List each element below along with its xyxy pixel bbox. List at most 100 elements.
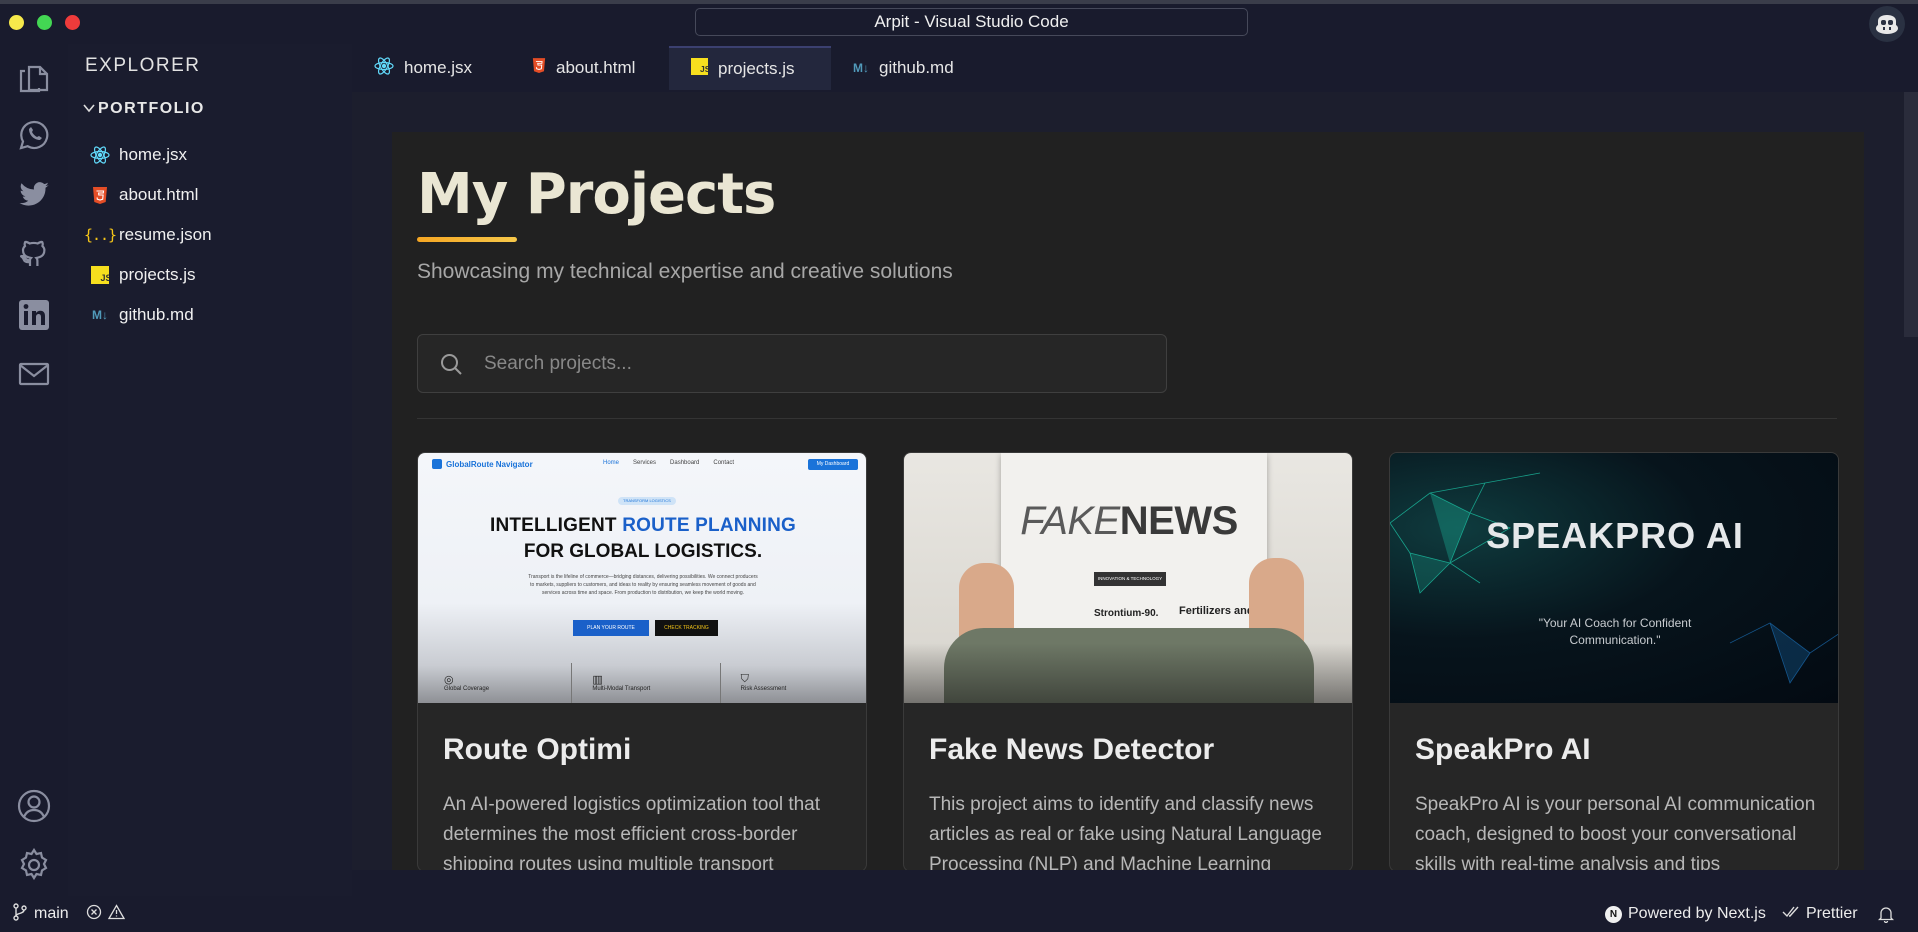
thumb-tag: INNOVATION & TECHNOLOGY: [1094, 572, 1166, 586]
project-thumbnail: SPEAKPRO AI "Your AI Coach for Confident…: [1390, 453, 1838, 703]
file-label: resume.json: [119, 225, 212, 244]
page-title: My Projects: [417, 162, 776, 227]
tab-label: projects.js: [718, 59, 795, 78]
status-bar: main N Powered by Next.js Prettier: [0, 896, 1918, 932]
thumb-primary-button: PLAN YOUR ROUTE: [573, 620, 649, 636]
thumb-headline: FOR GLOBAL LOGISTICS.: [523, 541, 763, 562]
close-button[interactable]: [65, 15, 80, 30]
tab-label: about.html: [556, 58, 636, 77]
minimize-button[interactable]: [9, 15, 24, 30]
thumb-pill: TRANSFORM LOGISTICS: [618, 497, 676, 505]
nextjs-icon: N: [1605, 905, 1622, 923]
project-title: Route Optimi: [443, 733, 632, 766]
svg-text:JS: JS: [101, 273, 110, 283]
network-graphic: [1390, 472, 1838, 684]
github-icon[interactable]: [14, 234, 54, 274]
editor-area: My Projects Showcasing my technical expe…: [352, 92, 1918, 870]
project-thumbnail: FAKENEWS INNOVATION & TECHNOLOGY Stronti…: [904, 453, 1352, 703]
thumb-word-light: FAKE: [1020, 499, 1120, 543]
thumb-cta: My Dashboard: [808, 459, 858, 470]
javascript-icon: JS: [90, 265, 110, 285]
files-icon[interactable]: [14, 56, 54, 96]
file-home-jsx[interactable]: home.jsx: [90, 140, 187, 170]
projects-panel: My Projects Showcasing my technical expe…: [392, 132, 1864, 870]
html5-icon: [532, 57, 546, 79]
project-card[interactable]: FAKENEWS INNOVATION & TECHNOLOGY Stronti…: [903, 452, 1353, 870]
react-icon: [374, 56, 394, 81]
thumb-column: Fertilizers and: [1179, 605, 1254, 617]
thumb-nav-item: Services: [633, 460, 657, 466]
project-thumbnail: GlobalRoute Navigator Home Services Dash…: [418, 453, 866, 703]
editor-tabs: home.jsx about.html JS projects.js M↓ gi…: [352, 44, 1918, 92]
file-projects-js[interactable]: JS projects.js: [90, 260, 196, 290]
search-input[interactable]: [484, 352, 1166, 375]
branch-indicator[interactable]: main: [12, 896, 69, 932]
markdown-icon: M↓: [92, 308, 108, 322]
project-description: An AI-powered logistics optimization too…: [443, 794, 821, 870]
tab-projects-js[interactable]: JS projects.js: [669, 46, 831, 90]
thumb-feature: ◎ Global Coverage: [418, 663, 573, 703]
chart-icon: ▥: [592, 674, 603, 686]
file-label: projects.js: [119, 265, 196, 284]
explorer-sidebar: EXPLORER PORTFOLIO home.jsx about.html {…: [68, 44, 352, 896]
powered-label: Powered by Next.js: [1628, 905, 1766, 922]
thumb-word-bold: NEWS: [1119, 499, 1239, 543]
react-icon: [90, 145, 110, 165]
double-check-icon: [1782, 905, 1800, 923]
tab-label: home.jsx: [404, 58, 473, 77]
whatsapp-icon[interactable]: [14, 115, 54, 155]
file-label: github.md: [119, 305, 194, 324]
svg-text:JS: JS: [700, 64, 708, 74]
file-github-md[interactable]: M↓ github.md: [90, 300, 194, 330]
markdown-icon: M↓: [853, 61, 869, 75]
settings-icon[interactable]: [14, 845, 54, 885]
error-icon: [86, 904, 102, 925]
project-card[interactable]: SPEAKPRO AI "Your AI Coach for Confident…: [1389, 452, 1839, 870]
thumb-brand: GlobalRoute Navigator: [446, 459, 533, 469]
thumb-feature: ⛉ Risk Assessment: [721, 663, 866, 703]
linkedin-icon[interactable]: [14, 295, 54, 335]
problems-indicator[interactable]: [86, 896, 126, 932]
powered-by[interactable]: N Powered by Next.js: [1605, 896, 1766, 932]
branch-label: main: [34, 905, 69, 922]
maximize-button[interactable]: [37, 15, 52, 30]
project-description: This project aims to identify and classi…: [929, 794, 1322, 870]
window-title[interactable]: Arpit - Visual Studio Code: [695, 8, 1248, 36]
page-subtitle: Showcasing my technical expertise and cr…: [417, 260, 953, 283]
thumb-nav-item: Contact: [713, 460, 735, 466]
folder-portfolio[interactable]: PORTFOLIO: [83, 100, 205, 118]
notifications-bell-icon[interactable]: [1878, 896, 1894, 932]
tab-github-md[interactable]: M↓ github.md: [831, 46, 976, 90]
thumb-nav-item: Dashboard: [670, 460, 700, 466]
thumb-secondary-button: CHECK TRACKING: [655, 620, 718, 636]
json-icon: {..}: [83, 226, 117, 244]
activity-bar: [0, 44, 68, 896]
search-box: [417, 334, 1167, 393]
file-label: home.jsx: [119, 145, 188, 164]
thumb-feature: ▥ Multi-Modal Transport: [572, 663, 721, 703]
file-label: about.html: [119, 185, 199, 204]
explorer-title: EXPLORER: [85, 55, 201, 76]
html5-icon: [90, 185, 110, 205]
tab-home-jsx[interactable]: home.jsx: [352, 46, 494, 90]
mail-icon[interactable]: [14, 354, 54, 394]
vscode-window: Arpit - Visual Studio Code EXPLORER PORT…: [0, 0, 1918, 932]
project-card[interactable]: GlobalRoute Navigator Home Services Dash…: [417, 452, 867, 870]
scrollbar[interactable]: [1904, 92, 1918, 337]
file-resume-json[interactable]: {..} resume.json: [83, 220, 212, 250]
thumb-brand: SPEAKPRO AI: [1486, 515, 1744, 556]
file-about-html[interactable]: about.html: [90, 180, 198, 210]
thumb-column: Strontium-90.: [1094, 608, 1159, 619]
thumb-tagline: "Your AI Coach for Confident Communicati…: [1538, 616, 1692, 647]
project-title: Fake News Detector: [929, 733, 1215, 766]
tab-about-html[interactable]: about.html: [510, 46, 657, 90]
globe-icon: ◎: [444, 674, 454, 686]
prettier-indicator[interactable]: Prettier: [1782, 896, 1858, 932]
prettier-label: Prettier: [1806, 905, 1858, 922]
project-description: SpeakPro AI is your personal AI communic…: [1415, 794, 1816, 870]
title-bar: Arpit - Visual Studio Code: [0, 4, 1918, 44]
project-title: SpeakPro AI: [1415, 733, 1591, 766]
account-icon[interactable]: [14, 786, 54, 826]
copilot-icon[interactable]: [1869, 6, 1905, 42]
twitter-icon[interactable]: [14, 175, 54, 215]
